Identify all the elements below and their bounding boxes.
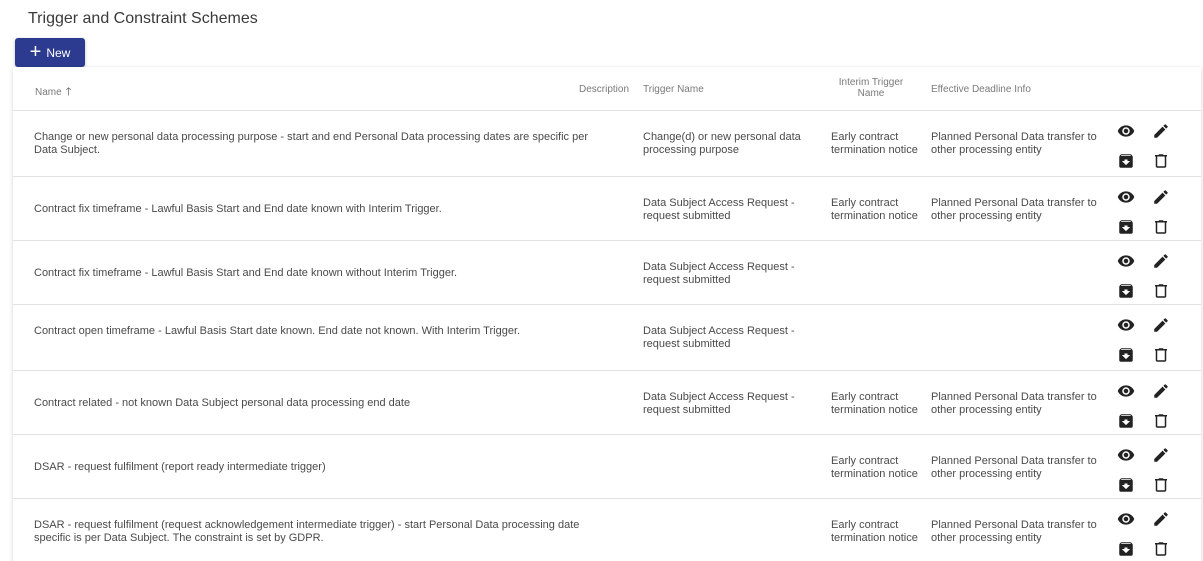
cell-interim-trigger-name: Early contract termination notice [831,519,918,544]
cell-interim-trigger-name: Early contract termination notice [831,197,918,222]
table-row[interactable]: Contract fix timeframe - Lawful Basis St… [13,177,1201,241]
cell-effective-deadline-info: Planned Personal Data transfer to other … [931,391,1097,416]
cell-trigger-name: Change(d) or new personal data processin… [643,131,801,156]
archive-icon[interactable] [1116,475,1136,495]
delete-icon[interactable] [1151,345,1171,365]
edit-icon[interactable] [1151,445,1171,465]
delete-icon[interactable] [1151,281,1171,301]
plus-icon: + [29,40,42,63]
schemes-table: Name 🡑 Description Trigger Name Interim … [13,67,1201,561]
edit-icon[interactable] [1151,315,1171,335]
cell-name: Contract fix timeframe - Lawful Basis St… [34,267,458,279]
column-header-trigger-name[interactable]: Trigger Name [643,84,704,95]
column-header-effective-deadline-info[interactable]: Effective Deadline Info [931,84,1031,95]
table-row[interactable]: Change or new personal data processing p… [13,111,1201,177]
column-header-description[interactable]: Description [579,84,629,95]
archive-icon[interactable] [1116,411,1136,431]
archive-icon[interactable] [1116,151,1136,171]
archive-icon[interactable] [1116,281,1136,301]
cell-effective-deadline-info: Planned Personal Data transfer to other … [931,519,1097,544]
edit-icon[interactable] [1151,187,1171,207]
page-title: Trigger and Constraint Schemes [28,10,258,27]
view-icon[interactable] [1116,381,1136,401]
cell-trigger-name: Data Subject Access Request - request su… [643,391,795,416]
sort-ascending-icon[interactable]: 🡑 [66,83,72,102]
view-icon[interactable] [1116,445,1136,465]
table-header: Name 🡑 Description Trigger Name Interim … [13,67,1201,111]
cell-effective-deadline-info: Planned Personal Data transfer to other … [931,455,1097,480]
delete-icon[interactable] [1151,539,1171,559]
page: Trigger and Constraint Schemes + New Nam… [0,0,1203,561]
view-icon[interactable] [1116,251,1136,271]
cell-trigger-name: Data Subject Access Request - request su… [643,261,795,286]
cell-name: DSAR - request fulfilment (request ackno… [34,519,580,544]
cell-trigger-name: Data Subject Access Request - request su… [643,325,795,350]
edit-icon[interactable] [1151,251,1171,271]
view-icon[interactable] [1116,121,1136,141]
archive-icon[interactable] [1116,345,1136,365]
cell-interim-trigger-name: Early contract termination notice [831,391,918,416]
view-icon[interactable] [1116,187,1136,207]
new-button[interactable]: + New [15,38,85,67]
column-header-name-label: Name [35,87,62,98]
archive-icon[interactable] [1116,539,1136,559]
column-header-interim-trigger-name[interactable]: Interim Trigger Name [831,77,911,99]
table-row[interactable]: Contract open timeframe - Lawful Basis S… [13,305,1201,371]
cell-trigger-name: Data Subject Access Request - request su… [643,197,795,222]
cell-name: Change or new personal data processing p… [34,131,588,156]
column-header-name[interactable]: Name 🡑 [35,83,71,102]
delete-icon[interactable] [1151,217,1171,237]
cell-name: DSAR - request fulfilment (report ready … [34,461,326,473]
delete-icon[interactable] [1151,151,1171,171]
edit-icon[interactable] [1151,381,1171,401]
cell-effective-deadline-info: Planned Personal Data transfer to other … [931,197,1097,222]
cell-interim-trigger-name: Early contract termination notice [831,455,918,480]
table-row[interactable]: Contract fix timeframe - Lawful Basis St… [13,241,1201,305]
cell-name: Contract fix timeframe - Lawful Basis St… [34,203,442,215]
cell-effective-deadline-info: Planned Personal Data transfer to other … [931,131,1097,156]
delete-icon[interactable] [1151,475,1171,495]
view-icon[interactable] [1116,509,1136,529]
table-row[interactable]: DSAR - request fulfilment (report ready … [13,435,1201,499]
delete-icon[interactable] [1151,411,1171,431]
new-button-label: New [46,45,71,60]
cell-name: Contract open timeframe - Lawful Basis S… [34,325,521,337]
view-icon[interactable] [1116,315,1136,335]
table-row[interactable]: DSAR - request fulfilment (request ackno… [13,499,1201,561]
table-row[interactable]: Contract related - not known Data Subjec… [13,371,1201,435]
edit-icon[interactable] [1151,509,1171,529]
cell-interim-trigger-name: Early contract termination notice [831,131,918,156]
cell-name: Contract related - not known Data Subjec… [34,397,411,409]
edit-icon[interactable] [1151,121,1171,141]
archive-icon[interactable] [1116,217,1136,237]
